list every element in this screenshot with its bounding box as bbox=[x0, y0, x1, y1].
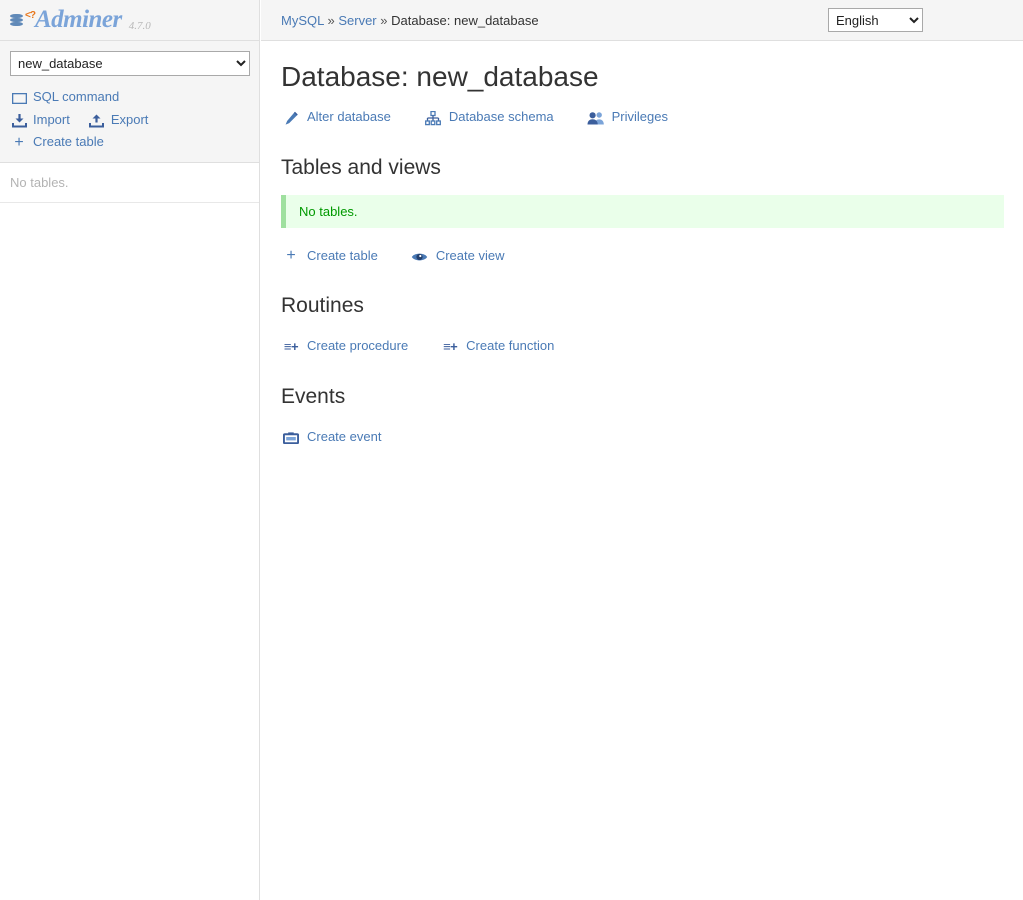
sidebar-tables-empty: No tables. bbox=[0, 162, 259, 203]
breadcrumb-server[interactable]: Server bbox=[338, 13, 376, 28]
sidebar-item-sql-command[interactable]: SQL command bbox=[33, 89, 119, 104]
database-select[interactable]: new_database bbox=[10, 51, 250, 76]
export-icon bbox=[88, 109, 106, 131]
schema-tree-icon bbox=[423, 108, 443, 128]
import-icon bbox=[10, 109, 28, 131]
users-icon bbox=[586, 108, 606, 128]
link-create-function[interactable]: Create function bbox=[466, 338, 554, 353]
database-cylinder-icon bbox=[10, 12, 25, 29]
link-create-procedure[interactable]: Create procedure bbox=[307, 338, 408, 353]
sidebar-link-create-table-row: + Create table bbox=[0, 131, 259, 154]
sidebar-item-export[interactable]: Export bbox=[111, 112, 149, 127]
tables-section-heading: Tables and views bbox=[281, 155, 441, 179]
sidebar-item-create-table[interactable]: Create table bbox=[33, 134, 104, 149]
main-content: Database: new_database Alter database Da… bbox=[261, 41, 1023, 447]
link-create-view[interactable]: Create view bbox=[436, 248, 505, 263]
brand-name: Adminer bbox=[34, 6, 122, 33]
pencil-icon bbox=[281, 108, 301, 128]
brand-logo[interactable]: <? Adminer 4.7.0 bbox=[0, 0, 259, 41]
language-select[interactable]: English bbox=[828, 8, 923, 32]
calendar-icon bbox=[281, 427, 301, 447]
breadcrumb-current: Database: new_database bbox=[391, 13, 539, 28]
breadcrumb-server-type[interactable]: MySQL bbox=[281, 13, 324, 28]
routines-section-heading: Routines bbox=[281, 294, 364, 318]
events-section-links: Create event bbox=[281, 427, 1023, 448]
list-plus-icon: ≡+ bbox=[283, 338, 299, 354]
status-message: No tables. bbox=[281, 194, 1004, 228]
sidebar: <? Adminer 4.7.0 new_database SQL comman… bbox=[0, 0, 260, 900]
breadcrumb-separator: » bbox=[327, 13, 335, 28]
database-select-wrapper: new_database bbox=[0, 51, 259, 86]
sidebar-link-sql-command-row: SQL command bbox=[0, 86, 259, 109]
sql-command-icon bbox=[10, 87, 28, 109]
sidebar-item-import[interactable]: Import bbox=[33, 112, 70, 127]
language-select-wrapper: English bbox=[828, 8, 923, 32]
sidebar-menu: new_database SQL command Import Export +… bbox=[0, 41, 259, 163]
breadcrumb: MySQL » Server » Database: new_database bbox=[281, 13, 539, 28]
eye-icon bbox=[410, 246, 430, 266]
brand-version: 4.7.0 bbox=[128, 20, 151, 32]
link-create-table[interactable]: Create table bbox=[307, 248, 378, 263]
plus-icon: + bbox=[286, 247, 296, 265]
breadcrumb-separator: » bbox=[380, 13, 388, 28]
action-database-schema[interactable]: Database schema bbox=[449, 109, 554, 124]
php-tag-icon: <? bbox=[25, 9, 36, 21]
adminer-page: <? Adminer 4.7.0 new_database SQL comman… bbox=[0, 0, 1023, 900]
events-section-heading: Events bbox=[281, 384, 346, 408]
sidebar-link-import-export-row: Import Export bbox=[0, 109, 259, 132]
link-create-event[interactable]: Create event bbox=[307, 429, 381, 444]
list-plus-icon: ≡+ bbox=[443, 338, 458, 354]
routines-section-links: ≡+ Create procedure ≡+ Create function bbox=[281, 336, 1023, 357]
action-alter-database[interactable]: Alter database bbox=[307, 109, 391, 124]
page-title: Database: new_database bbox=[281, 61, 599, 92]
action-privileges[interactable]: Privileges bbox=[612, 109, 668, 124]
plus-icon: + bbox=[14, 133, 24, 151]
header-bar: MySQL » Server » Database: new_database … bbox=[261, 0, 1023, 41]
tables-section-links: + Create table Create view bbox=[281, 246, 1023, 267]
database-actions: Alter database Database schema Privilege… bbox=[281, 107, 1023, 128]
